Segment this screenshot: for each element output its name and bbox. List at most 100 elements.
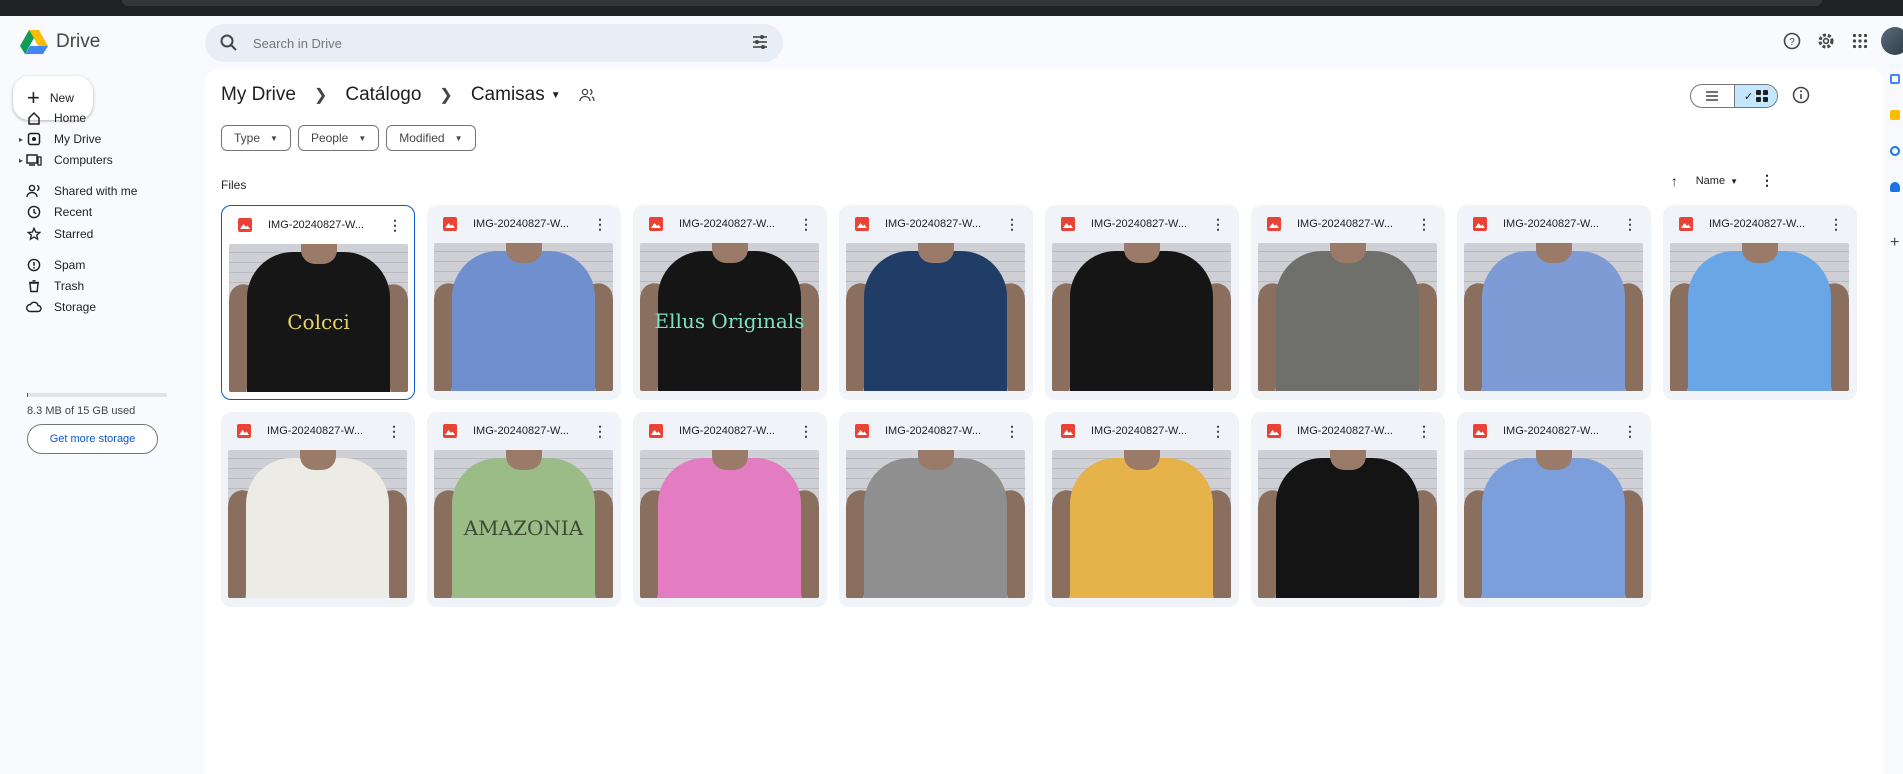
app-header: Drive ? [0,16,1903,68]
thumbnail-shirt [864,251,1007,391]
sidebar-item-label: Trash [54,279,85,293]
image-file-icon [443,424,457,438]
file-card[interactable]: IMG-20240827-W... ⋮ [839,205,1033,400]
more-actions-icon[interactable]: ⋮ [1623,424,1637,438]
more-actions-icon[interactable]: ⋮ [388,218,402,232]
filter-type[interactable]: Type ▼ [221,125,291,151]
more-actions-icon[interactable]: ⋮ [1005,424,1019,438]
search-options-icon[interactable] [751,33,769,51]
image-file-icon [443,217,457,231]
thumbnail-neck [301,244,337,264]
file-thumbnail[interactable]: AMAZONIA [434,450,613,598]
image-file-icon [855,424,869,438]
file-thumbnail[interactable] [1464,450,1643,598]
file-card[interactable]: IMG-20240827-W... ⋮ [427,205,621,400]
get-more-storage-button[interactable]: Get more storage [27,424,158,454]
file-card[interactable]: IMG-20240827-W... ⋮ [1457,412,1651,607]
more-actions-icon[interactable]: ⋮ [1005,217,1019,231]
file-thumbnail[interactable] [228,450,407,598]
folder-menu-caret-icon[interactable]: ▼ [551,90,561,101]
expand-caret-icon[interactable]: ▸ [19,135,23,144]
image-file-icon [238,218,252,232]
sidebar-item-computers[interactable]: ▸ Computers [0,147,205,173]
file-thumbnail[interactable]: Colcci [229,244,408,392]
file-card[interactable]: IMG-20240827-W... ⋮ [633,412,827,607]
chevron-down-icon: ▼ [1730,176,1738,186]
filter-people[interactable]: People ▼ [297,125,380,151]
file-thumbnail[interactable] [1258,243,1437,391]
breadcrumb-camisas[interactable]: Camisas [471,84,545,106]
help-icon[interactable]: ? [1775,24,1809,58]
file-card[interactable]: IMG-20240827-W... ⋮ AMAZONIA [427,412,621,607]
calendar-icon[interactable] [1890,74,1900,84]
thumbnail-neck [712,450,748,470]
file-card[interactable]: IMG-20240827-W... ⋮ [1045,412,1239,607]
more-actions-icon[interactable]: ⋮ [593,217,607,231]
search-input[interactable] [253,35,733,51]
more-actions-icon[interactable]: ⋮ [1211,424,1225,438]
more-actions-icon[interactable]: ⋮ [387,424,401,438]
list-view-icon [1706,91,1719,101]
keep-icon[interactable] [1890,110,1900,120]
shirt-print-text: AMAZONIA [463,516,584,540]
settings-icon[interactable] [1809,24,1843,58]
grid-view-button[interactable]: ✓ [1733,85,1777,107]
image-file-icon [1061,424,1075,438]
info-icon[interactable] [1790,84,1812,106]
file-thumbnail[interactable] [1464,243,1643,391]
file-grid: IMG-20240827-W... ⋮ Colcci IMG-20240827-W..… [221,205,1857,607]
add-addon-icon[interactable]: + [1890,235,1900,251]
file-thumbnail[interactable] [640,450,819,598]
file-thumbnail[interactable] [434,243,613,391]
file-thumbnail[interactable] [846,243,1025,391]
drive-logo[interactable]: Drive [20,30,100,54]
list-view-button[interactable] [1691,85,1734,107]
more-actions-icon[interactable]: ⋮ [1417,424,1431,438]
file-thumbnail[interactable]: Ellus Originals [640,243,819,391]
more-actions-icon[interactable]: ⋮ [1829,217,1843,231]
more-actions-icon[interactable]: ⋮ [1417,217,1431,231]
more-actions-icon[interactable]: ⋮ [593,424,607,438]
file-thumbnail[interactable] [1052,243,1231,391]
search-icon[interactable] [219,33,239,53]
file-card[interactable]: IMG-20240827-W... ⋮ [1663,205,1857,400]
apps-grid-icon[interactable] [1843,24,1877,58]
more-actions-icon[interactable]: ⋮ [799,217,813,231]
file-card[interactable]: IMG-20240827-W... ⋮ [1045,205,1239,400]
sidebar-item-label: Recent [54,205,93,219]
thumbnail-neck [1330,243,1366,263]
tasks-icon[interactable] [1890,146,1900,156]
sort-field-button[interactable]: Name ▼ [1696,175,1738,187]
file-thumbnail[interactable] [1258,450,1437,598]
file-thumbnail[interactable] [1052,450,1231,598]
more-options-icon[interactable]: ⋮ [1760,172,1774,189]
computers-icon [25,151,43,169]
file-card[interactable]: IMG-20240827-W... ⋮ Ellus Originals [633,205,827,400]
breadcrumb-catalogo[interactable]: Catálogo [345,84,421,106]
sidebar-item-starred[interactable]: Starred [0,221,205,247]
more-actions-icon[interactable]: ⋮ [1211,217,1225,231]
breadcrumb-my-drive[interactable]: My Drive [221,84,296,106]
shirt-print-text: Ellus Originals [654,309,805,333]
thumbnail-neck [1330,450,1366,470]
more-actions-icon[interactable]: ⋮ [799,424,813,438]
file-thumbnail[interactable] [1670,243,1849,391]
contacts-icon[interactable] [1890,182,1900,192]
file-thumbnail[interactable] [846,450,1025,598]
search-bar[interactable] [205,24,783,62]
filter-modified[interactable]: Modified ▼ [386,125,476,151]
account-avatar[interactable] [1881,27,1903,55]
file-card[interactable]: IMG-20240827-W... ⋮ Colcci [221,205,415,400]
file-card[interactable]: IMG-20240827-W... ⋮ [839,412,1033,607]
file-name: IMG-20240827-W... [1297,425,1393,437]
sidebar-item-storage[interactable]: Storage [0,294,205,320]
file-card[interactable]: IMG-20240827-W... ⋮ [1251,412,1445,607]
clock-icon [25,203,43,221]
file-card[interactable]: IMG-20240827-W... ⋮ [1457,205,1651,400]
file-card[interactable]: IMG-20240827-W... ⋮ [221,412,415,607]
file-card[interactable]: IMG-20240827-W... ⋮ [1251,205,1445,400]
main-content: My Drive ❯ Catálogo ❯ Camisas ▼ ✓ Type ▼ … [205,68,1884,774]
expand-caret-icon[interactable]: ▸ [19,156,23,165]
sort-direction-arrow-up-icon[interactable]: ↑ [1671,173,1678,189]
more-actions-icon[interactable]: ⋮ [1623,217,1637,231]
